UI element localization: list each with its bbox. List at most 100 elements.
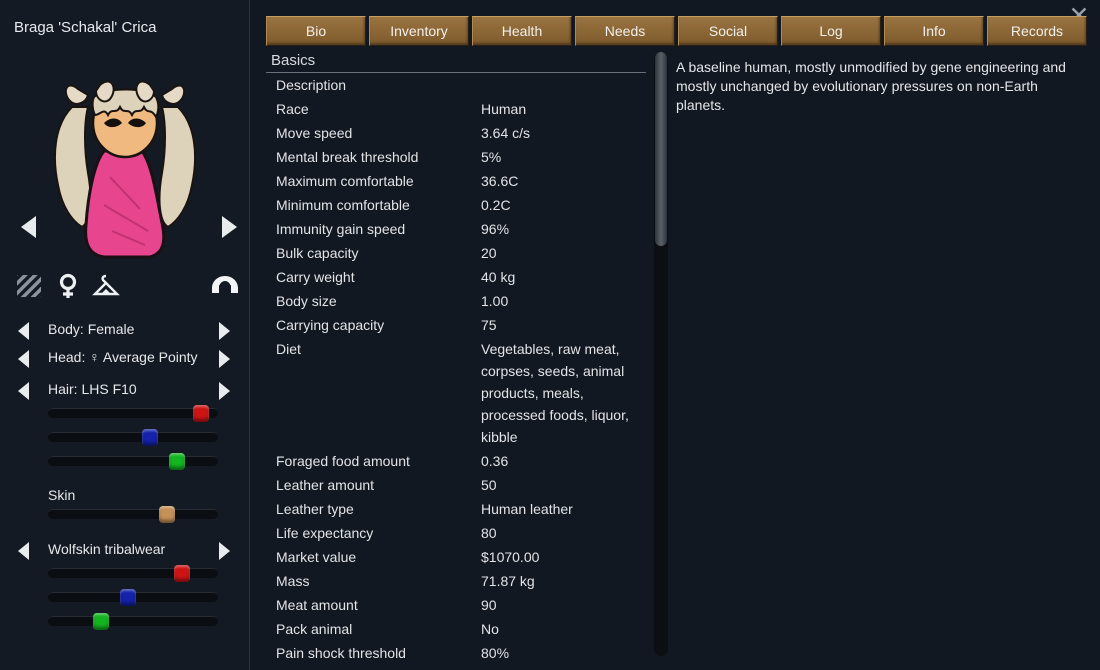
slider-knob[interactable] [142, 429, 158, 446]
stat-label: Race [276, 101, 309, 117]
tab-records[interactable]: Records [987, 16, 1087, 46]
stat-value: 75 [481, 317, 497, 333]
stat-value: 36.6C [481, 173, 519, 189]
hair-blue-slider[interactable] [48, 429, 218, 446]
body-selector: Body: Female [16, 318, 234, 344]
stat-label: Body size [276, 293, 337, 309]
stat-label: Description [276, 77, 347, 93]
tab-bio[interactable]: Bio [266, 16, 366, 46]
clothes-hanger-icon[interactable] [92, 272, 120, 300]
slider-knob[interactable] [92, 613, 109, 630]
tab-social[interactable]: Social [678, 16, 778, 46]
scrollbar-thumb[interactable] [655, 52, 667, 246]
pawn-view-toggles [16, 272, 120, 300]
apparel-blue-slider[interactable] [48, 589, 218, 606]
stat-value: 0.36 [481, 453, 509, 469]
character-sidebar: Braga 'Schakal' Crica Body: Female Head:… [0, 0, 250, 670]
body-prev-button[interactable] [16, 321, 34, 341]
stat-label: Market value [276, 549, 357, 565]
apparel-green-slider[interactable] [48, 613, 218, 630]
stats-list: Description Race Human Move speed 3.64 c/s Me… [266, 73, 662, 662]
stat-label: Mental break threshold [276, 149, 419, 165]
stat-row[interactable]: Bulk capacity 20 [266, 241, 662, 265]
stat-row[interactable]: Maximum comfortable 36.6C [266, 169, 662, 193]
hair-selector: Hair: LHS F10 [16, 378, 234, 404]
stat-row[interactable]: Leather amount 50 [266, 473, 662, 497]
description-text: A baseline human, mostly unmodified by g… [676, 59, 1066, 113]
female-gender-icon[interactable] [54, 272, 82, 300]
stat-row[interactable]: Diet Vegetables, raw meat, corpses, seeds… [266, 337, 662, 449]
previous-pawn-button[interactable] [18, 214, 44, 244]
stat-row[interactable]: Foraged food amount 0.36 [266, 449, 662, 473]
head-selector: Head: ♀ Average Pointy [16, 346, 234, 372]
hair-prev-button[interactable] [16, 381, 34, 401]
stat-value: 71.87 kg [481, 573, 535, 589]
slider-knob[interactable] [169, 453, 186, 470]
stat-row[interactable]: Minimum comfortable 0.2C [266, 193, 662, 217]
description-panel: A baseline human, mostly unmodified by g… [676, 58, 1076, 115]
stat-value: 96% [481, 221, 510, 237]
apparel-next-button[interactable] [216, 541, 234, 561]
stat-row[interactable]: Pain shock threshold 80% [266, 641, 662, 662]
stat-row[interactable]: Market value $1070.00 [266, 545, 662, 569]
stat-row[interactable]: Immunity gain speed 96% [266, 217, 662, 241]
stat-value: 80% [481, 645, 510, 661]
stat-row[interactable]: Carrying capacity 75 [266, 313, 662, 337]
slider-knob[interactable] [193, 405, 209, 422]
stat-label: Minimum comfortable [276, 197, 410, 213]
stat-label: Diet [276, 341, 301, 357]
stat-value: 50 [481, 477, 497, 493]
hair-red-slider[interactable] [48, 405, 218, 422]
stat-row[interactable]: Meat amount 90 [266, 593, 662, 617]
tab-needs[interactable]: Needs [575, 16, 675, 46]
apparel-red-slider[interactable] [48, 565, 218, 582]
hair-selector-label: Hair: LHS F10 [48, 381, 137, 397]
stat-label: Maximum comfortable [276, 173, 414, 189]
stat-row[interactable]: Mental break threshold 5% [266, 145, 662, 169]
head-prev-button[interactable] [16, 349, 34, 369]
head-selector-label: Head: ♀ Average Pointy [48, 349, 198, 365]
stat-value: 5% [481, 149, 502, 165]
skin-tone-slider[interactable] [48, 506, 218, 523]
stat-label: Pack animal [276, 621, 353, 637]
tab-info[interactable]: Info [884, 16, 984, 46]
tab-bar: Bio Inventory Health Needs Social Log Info Reco… [266, 16, 1087, 46]
stat-row[interactable]: Description [266, 73, 662, 97]
next-pawn-button[interactable] [218, 214, 244, 244]
head-next-button[interactable] [216, 349, 234, 369]
body-next-button[interactable] [216, 321, 234, 341]
stat-label: Life expectancy [276, 525, 374, 541]
stat-value: No [481, 621, 499, 637]
stat-value: $1070.00 [481, 549, 540, 565]
stat-row[interactable]: Pack animal No [266, 617, 662, 641]
stat-value: 1.00 [481, 293, 509, 309]
stat-value: Vegetables, raw meat, corpses, seeds, an… [481, 341, 629, 445]
stat-label: Meat amount [276, 597, 358, 613]
tab-inventory[interactable]: Inventory [369, 16, 469, 46]
hatched-square-icon[interactable] [16, 272, 44, 300]
rotate-icon[interactable] [210, 273, 240, 301]
pawn-name: Braga 'Schakal' Crica [14, 19, 157, 36]
stat-row[interactable]: Life expectancy 80 [266, 521, 662, 545]
stat-value: 40 kg [481, 269, 516, 285]
apparel-prev-button[interactable] [16, 541, 34, 561]
body-selector-label: Body: Female [48, 321, 135, 337]
slider-knob[interactable] [119, 589, 136, 606]
slider-knob[interactable] [174, 565, 191, 582]
stat-label: Mass [276, 573, 310, 589]
stat-row[interactable]: Move speed 3.64 c/s [266, 121, 662, 145]
stats-scrollbar[interactable] [654, 52, 668, 656]
tab-health[interactable]: Health [472, 16, 572, 46]
stat-row[interactable]: Carry weight 40 kg [266, 265, 662, 289]
hair-next-button[interactable] [216, 381, 234, 401]
stat-value: Human leather [481, 501, 573, 517]
skin-label: Skin [48, 487, 76, 503]
stat-row[interactable]: Leather type Human leather [266, 497, 662, 521]
stat-row[interactable]: Mass 71.87 kg [266, 569, 662, 593]
stat-row[interactable]: Race Human [266, 97, 662, 121]
tab-log[interactable]: Log [781, 16, 881, 46]
slider-knob[interactable] [159, 506, 175, 523]
stat-label: Foraged food amount [276, 453, 410, 469]
stat-row[interactable]: Body size 1.00 [266, 289, 662, 313]
hair-green-slider[interactable] [48, 453, 218, 470]
